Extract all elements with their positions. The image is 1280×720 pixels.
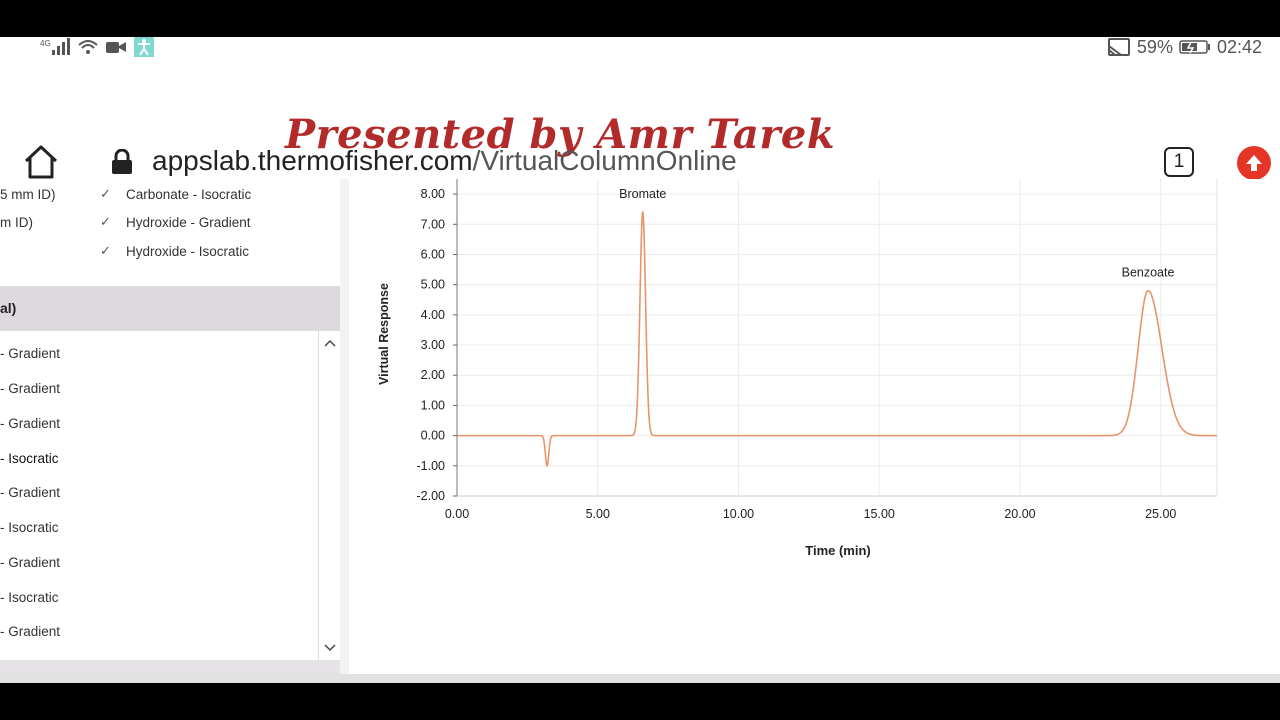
- y-tick-label: 8.00: [421, 187, 445, 201]
- status-icons-left: 4G: [40, 37, 154, 57]
- y-tick-label: 3.00: [421, 338, 445, 352]
- list-item[interactable]: - Gradient: [0, 381, 60, 396]
- y-tick-label: -2.00: [417, 489, 446, 503]
- y-tick-label: 6.00: [421, 247, 445, 261]
- left-panel: 5 mm ID) m ID) ✓ Carbonate - Isocratic ✓…: [0, 179, 340, 683]
- method-list: - Gradient - Gradient - Gradient - Isocr…: [0, 330, 340, 661]
- y-tick-label: 2.00: [421, 368, 445, 382]
- url-path: /VirtualColumnOnline: [472, 145, 737, 176]
- chromatogram-trace: [457, 210, 1217, 467]
- list-item[interactable]: - Gradient: [0, 485, 60, 500]
- video-camera-icon: [106, 40, 126, 54]
- filter-carbonate-isocratic[interactable]: Carbonate - Isocratic: [126, 187, 251, 202]
- list-item[interactable]: - Gradient: [0, 555, 60, 570]
- home-icon: [24, 145, 58, 179]
- section-header[interactable]: al): [0, 286, 340, 330]
- y-tick-label: 4.00: [421, 308, 445, 322]
- column-row-1[interactable]: 5 mm ID): [0, 187, 56, 202]
- checkmark-icon[interactable]: ✓: [100, 243, 111, 259]
- x-tick-label: 20.00: [1004, 507, 1035, 521]
- list-scrollbar[interactable]: [318, 331, 341, 661]
- top-black-bar: [0, 0, 1280, 37]
- status-icons-right: 59% 02:42: [1107, 37, 1262, 57]
- x-tick-label: 25.00: [1145, 507, 1176, 521]
- peak-label: Benzoate: [1122, 266, 1175, 280]
- y-tick-label: -1.00: [417, 459, 446, 473]
- accessibility-icon: [134, 37, 154, 57]
- battery-charging-icon: [1179, 39, 1211, 55]
- x-tick-label: 10.00: [723, 507, 754, 521]
- list-item[interactable]: - Gradient: [0, 346, 60, 361]
- x-tick-label: 0.00: [445, 507, 469, 521]
- y-tick-label: 5.00: [421, 278, 445, 292]
- y-tick-label: 0.00: [421, 429, 445, 443]
- page-horizontal-scrollbar[interactable]: [0, 674, 1280, 683]
- chevron-up-icon[interactable]: [324, 339, 336, 347]
- network-type-label: 4G: [40, 39, 51, 48]
- y-axis-label: Virtual Response: [377, 283, 391, 385]
- battery-percent: 59%: [1136, 37, 1173, 57]
- list-item-selected[interactable]: - Isocratic: [0, 451, 59, 466]
- chevron-down-icon[interactable]: [324, 644, 336, 652]
- x-tick-label: 15.00: [864, 507, 895, 521]
- column-row-2[interactable]: m ID): [0, 215, 33, 230]
- wifi-icon: [78, 39, 98, 55]
- panel-divider: [340, 179, 349, 683]
- list-item[interactable]: - Isocratic: [0, 590, 59, 605]
- url-field[interactable]: appslab.thermofisher.com/VirtualColumnOn…: [152, 145, 737, 177]
- filter-hydroxide-isocratic[interactable]: Hydroxide - Isocratic: [126, 244, 249, 259]
- list-item[interactable]: - Isocratic: [0, 520, 59, 535]
- list-item[interactable]: - Gradient: [0, 416, 60, 431]
- checkmark-icon[interactable]: ✓: [100, 214, 111, 230]
- x-axis-label: Time (min): [805, 543, 871, 558]
- filter-hydroxide-gradient[interactable]: Hydroxide - Gradient: [126, 215, 251, 230]
- y-tick-label: 1.00: [421, 398, 445, 412]
- section-header-label: al): [0, 300, 17, 316]
- bottom-black-bar: [0, 683, 1280, 720]
- tab-switcher-button[interactable]: 1: [1164, 147, 1194, 177]
- chromatogram-chart: 0.00 5.00 10.00 15.00 20.00 25.00 8.00 7.00 6.00…: [349, 179, 1280, 683]
- browser-address-bar: Presented by Amr Tarek appslab.thermofis…: [0, 75, 1280, 180]
- list-item[interactable]: - Gradient: [0, 624, 60, 639]
- y-tick-label: 7.00: [421, 217, 445, 231]
- url-domain: appslab.thermofisher.com: [152, 145, 473, 176]
- phone-screen: 4G 59% 02:42 Presented by Amr Tarek apps…: [0, 37, 1280, 683]
- clock: 02:42: [1216, 37, 1262, 57]
- chart-svg: 0.00 5.00 10.00 15.00 20.00 25.00 8.00 7.00 6.00…: [377, 179, 1218, 558]
- checkmark-icon[interactable]: ✓: [100, 186, 111, 202]
- lock-icon[interactable]: [111, 148, 133, 180]
- arrow-up-icon: [1246, 155, 1262, 171]
- update-button[interactable]: [1237, 146, 1271, 180]
- x-tick-label: 5.00: [586, 507, 610, 521]
- peak-label: Bromate: [619, 187, 666, 201]
- signal-icon: 4G: [40, 38, 70, 56]
- cast-icon: [1107, 37, 1131, 57]
